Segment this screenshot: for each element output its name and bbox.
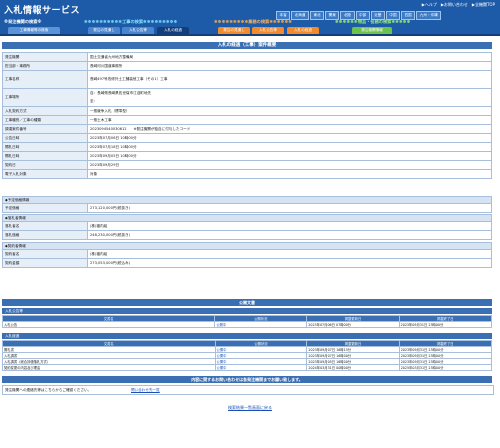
tab-agency-info[interactable]: 発注機関情報 [352, 27, 392, 34]
tab-services-outlook[interactable]: 発注の見通し [218, 27, 250, 34]
field-label: 開札日時 [2, 151, 88, 161]
tab-services-result[interactable]: 入札の経過 [287, 27, 319, 34]
field-value: 自：長崎県長崎県佐世保市江迎町地先 至： [87, 88, 492, 107]
contact-bar: 内容に関するお問い合わせは各発注機関までお願い致します。 [2, 376, 492, 383]
group-label-construction: ✽✽✽✽✽✽✽✽✽✽工事の検索✽✽✽✽✽✽✽✽✽ [84, 19, 178, 24]
field-label: 公告日時 [2, 133, 88, 143]
tab-construction-outlook[interactable]: 発注の見通し [88, 27, 120, 34]
region-tab[interactable]: 北海道 [291, 11, 309, 20]
field-label: 電子入札対象 [2, 169, 88, 179]
function-tabs: 工事情報等の検索 発注の見通し 入札公告等 入札の経過 発注の見通し 入札公告等… [0, 26, 500, 34]
doc-end: 2025年03月31日 23時00分 [398, 364, 493, 371]
field-value: (株)福内組 [87, 249, 492, 259]
field-label: 落札価格 [2, 230, 88, 240]
field-value: 273,120,000円(税抜き) [87, 203, 492, 213]
field-label: 担当部・事務所 [2, 61, 88, 71]
back-to-results-link[interactable]: 検索結果一覧画面に戻る [0, 405, 500, 411]
tab-services-notice[interactable]: 入札公告等 [252, 27, 284, 34]
contact-link[interactable]: ▶お問い合わせ [441, 2, 468, 8]
winner-table: 落札者名 (株)福内組 落札価格 248,230,000円(税抜き) [2, 221, 492, 240]
field-value: 2023年07月18日 10時00分 [87, 142, 492, 152]
field-value: 一般競争入札（標準型） [87, 106, 492, 116]
field-label: 工事場所 [2, 88, 88, 107]
field-row: 契約日 2023年09月29日 [2, 160, 492, 170]
contract-table: 契約者名 (株)福内組 契約金額 273,053,000円(税込み) [2, 249, 492, 268]
field-value: 対象 [87, 169, 492, 179]
field-row: 担当部・事務所 長崎河川国道事務所 [2, 61, 492, 71]
doc-updated: 2023年07月06日 07時00分 [306, 321, 400, 328]
contact-list-link[interactable]: 問い合わせ先一覧 [131, 388, 160, 393]
tab-construction-notice[interactable]: 入札公告等 [122, 27, 154, 34]
doc-name: 入札公告 [1, 321, 216, 328]
field-row: 工事名称 長崎497号改修外土工舗装他工事（その1）工事 [2, 70, 492, 89]
field-label: 落札者名 [2, 221, 88, 231]
field-row: 開札日時 2023年07月18日 10時00分 [2, 142, 492, 152]
field-label: 開札日時 [2, 142, 88, 152]
notice-docs-table: 文書名 公開状況 掲載更新日 掲載終了日 入札公告 公開中 2023年07月06… [1, 315, 493, 328]
field-row: 工事場所 自：長崎県長崎県佐世保市江迎町地先 至： [2, 88, 492, 107]
field-value: 一般土木工事 [87, 115, 492, 125]
page-title: 入札の経過（工事）案件概要 [2, 42, 492, 49]
doc-updated: 2024年03月31日 00時00分 [306, 364, 400, 371]
field-label: 契約金額 [2, 258, 88, 268]
doc-status-link[interactable]: 公開中 [214, 364, 308, 371]
table-row: 入札公告 公開中 2023年07月06日 07時00分 2023年09月31日 … [1, 321, 493, 328]
field-value: 2023年07月06日 10時00分 [87, 133, 492, 143]
field-label: 調達案件番号 [2, 124, 88, 134]
field-label: 入札契約方式 [2, 106, 88, 116]
field-value: 2023年09月29日 [87, 160, 492, 170]
field-value: 2023094540030612 ※発注機関が独自に付与したコード [87, 124, 492, 134]
table-row: 契約変更の内容及び理由 公開中 2024年03月31日 00時00分 2025年… [2, 364, 493, 371]
field-label: 工事種別／工事の種類 [2, 115, 88, 125]
notice-section-header: 入札公告等 [2, 308, 492, 314]
header-divider [0, 34, 500, 36]
field-value: (株)福内組 [87, 221, 492, 231]
field-row: 調達案件番号 2023094540030612 ※発注機関が独自に付与したコード [2, 124, 492, 134]
field-label: 予定価格 [2, 203, 88, 213]
field-label: 工事名称 [2, 70, 88, 89]
field-label: 契約者名 [2, 249, 88, 259]
field-label: 発注機関 [2, 52, 88, 62]
all-agencies-link[interactable]: ▶全機関TOP [472, 2, 495, 8]
process-section-header: 入札経過 [2, 333, 492, 339]
group-label-goods: ✽✽✽✽✽✽物品・役務の検索✽✽✽✽✽ [335, 19, 411, 24]
field-row: 入札契約方式 一般競争入札（標準型） [2, 106, 492, 116]
tab-construction-result[interactable]: 入札の経過 [157, 27, 189, 34]
field-row: 開札日時 2023年09月05日 10時00分 [2, 151, 492, 161]
public-docs-title: 公開文書 [2, 299, 492, 306]
field-value: 長崎河川国道事務所 [87, 61, 492, 71]
region-tab[interactable]: 東北 [309, 11, 325, 20]
contact-label: 発注機関への連絡先等はこちらからご確認ください。 [5, 387, 92, 392]
field-value: 273,053,000円(税込み) [87, 258, 492, 268]
estimated-price-table: 予定価格 273,120,000円(税抜き) [2, 203, 492, 213]
doc-end: 2023年09月31日 23時00分 [398, 321, 493, 328]
site-logo[interactable]: 入札情報サービス [4, 3, 80, 16]
field-label: 契約日 [2, 160, 88, 170]
group-label-ordering: ※発注機関の検索※ [4, 19, 42, 24]
field-row: 公告日時 2023年07月06日 10時00分 [2, 133, 492, 143]
contact-row: 発注機関への連絡先等はこちらからご確認ください。 問い合わせ先一覧 [2, 385, 494, 395]
process-docs-table: 文書名 公開状況 掲載更新日 掲載終了日 開札書 公開中 2023年09月07日… [2, 340, 493, 371]
tab-search-construction[interactable]: 工事情報等の検索 [8, 27, 60, 34]
field-value: 国土交通省九州地方整備局 [87, 52, 492, 62]
doc-status-link[interactable]: 公開中 [214, 321, 308, 328]
field-value: 2023年09月05日 10時00分 [87, 151, 492, 161]
region-tab[interactable]: 九州・沖縄 [416, 11, 442, 20]
group-label-services: ✽✽✽✽✽✽✽✽✽業務の検索✽✽✽✽✽✽ [214, 19, 293, 24]
field-value: 248,230,000円(税抜き) [87, 230, 492, 240]
field-row: 工事種別／工事の種類 一般土木工事 [2, 115, 492, 125]
case-details-table: 発注機関 国土交通省九州地方整備局 担当部・事務所 長崎河川国道事務所 工事名称 長崎… [2, 52, 492, 179]
help-link[interactable]: ▶ヘルプ [422, 2, 437, 8]
top-links: ▶ヘルプ ▶お問い合わせ ▶全機関TOP [422, 2, 495, 8]
field-row: 発注機関 国土交通省九州地方整備局 [2, 52, 492, 62]
field-row: 電子入札対象 対象 [2, 169, 492, 179]
field-value: 長崎497号改修外土工舗装他工事（その1）工事 [87, 70, 492, 89]
doc-name: 契約変更の内容及び理由 [2, 364, 216, 371]
